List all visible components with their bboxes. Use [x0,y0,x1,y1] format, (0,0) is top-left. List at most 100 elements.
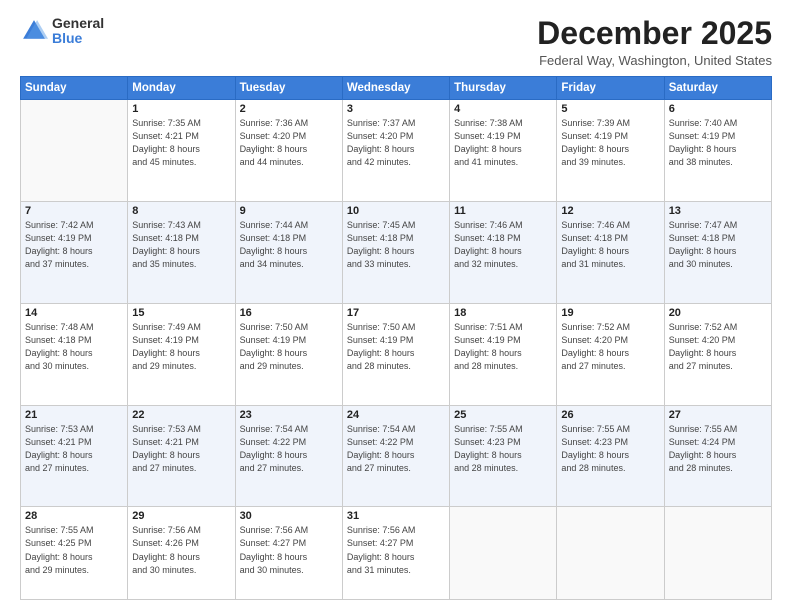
day-number: 19 [561,307,659,319]
calendar-week-row: 7Sunrise: 7:42 AMSunset: 4:19 PMDaylight… [21,202,772,304]
info-line: and 39 minutes. [561,157,625,167]
info-line: and 29 minutes. [132,361,196,371]
info-line: Sunset: 4:27 PM [347,538,414,548]
logo-general-label: General [52,16,104,31]
table-row: 26Sunrise: 7:55 AMSunset: 4:23 PMDayligh… [557,405,664,507]
cell-info: Sunrise: 7:39 AM Sunset: 4:19 PM Daylight:… [561,117,659,169]
cell-info: Sunrise: 7:56 AMSunset: 4:27 PMDaylight:… [347,524,445,576]
info-line: Sunset: 4:19 PM [240,335,307,345]
col-sunday: Sunday [21,77,128,100]
info-line: Sunset: 4:18 PM [669,233,736,243]
cell-info: Sunrise: 7:55 AMSunset: 4:23 PMDaylight:… [561,423,659,475]
info-line: and 28 minutes. [454,463,518,473]
info-line: Sunset: 4:19 PM [669,131,736,141]
info-line: and 42 minutes. [347,157,411,167]
info-line: Daylight: 8 hours [240,450,308,460]
info-line: Sunrise: 7:55 AM [669,424,738,434]
cell-info: Sunrise: 7:51 AMSunset: 4:19 PMDaylight:… [454,321,552,373]
day-number: 11 [454,205,552,217]
cell-info: Sunrise: 7:38 AMSunset: 4:19 PMDaylight:… [454,117,552,169]
info-line: and 30 minutes. [25,361,89,371]
table-row: 21Sunrise: 7:53 AMSunset: 4:21 PMDayligh… [21,405,128,507]
info-line: Sunrise: 7:43 AM [132,220,201,230]
table-row: 12Sunrise: 7:46 AMSunset: 4:18 PMDayligh… [557,202,664,304]
cell-info: Sunrise: 7:55 AMSunset: 4:25 PMDaylight:… [25,524,123,576]
info-line: Sunrise: 7:39 AM [561,118,630,128]
info-line: and 27 minutes. [669,361,733,371]
day-number: 27 [669,409,767,421]
info-line: Sunset: 4:21 PM [132,437,199,447]
info-line: Sunrise: 7:52 AM [561,322,630,332]
info-line: Daylight: 8 hours [132,348,200,358]
table-row: 10Sunrise: 7:45 AMSunset: 4:18 PMDayligh… [342,202,449,304]
cell-info: Sunrise: 7:55 AMSunset: 4:23 PMDaylight:… [454,423,552,475]
day-number: 28 [25,510,123,522]
info-line: Sunset: 4:20 PM [347,131,414,141]
table-row: 11Sunrise: 7:46 AMSunset: 4:18 PMDayligh… [450,202,557,304]
day-number: 25 [454,409,552,421]
info-line: Sunrise: 7:48 AM [25,322,94,332]
table-row [450,507,557,600]
calendar-week-row: 28 Sunrise: 7:55 AMSunset: 4:25 PMDayligh… [21,507,772,600]
info-line: Sunrise: 7:54 AM [347,424,416,434]
info-line: Daylight: 8 hours [561,144,629,154]
cell-info: Sunrise: 7:43 AMSunset: 4:18 PMDaylight:… [132,219,230,271]
calendar-week-row: 14Sunrise: 7:48 AMSunset: 4:18 PMDayligh… [21,303,772,405]
info-line: Daylight: 8 hours [669,348,737,358]
info-line: Sunrise: 7:56 AM [132,525,201,535]
col-saturday: Saturday [664,77,771,100]
info-line: Daylight: 8 hours [454,348,522,358]
info-line: Sunrise: 7:55 AM [561,424,630,434]
table-row: 4Sunrise: 7:38 AMSunset: 4:19 PMDaylight… [450,100,557,202]
info-line: Sunrise: 7:55 AM [454,424,523,434]
table-row: 14Sunrise: 7:48 AMSunset: 4:18 PMDayligh… [21,303,128,405]
table-row: 16Sunrise: 7:50 AMSunset: 4:19 PMDayligh… [235,303,342,405]
day-number: 2 [240,103,338,115]
table-row: 19Sunrise: 7:52 AMSunset: 4:20 PMDayligh… [557,303,664,405]
col-tuesday: Tuesday [235,77,342,100]
calendar-week-row: 21Sunrise: 7:53 AMSunset: 4:21 PMDayligh… [21,405,772,507]
cell-info: Sunrise: 7:56 AM Sunset: 4:26 PM Daylight:… [132,524,230,576]
cell-info: Sunrise: 7:35 AMSunset: 4:21 PMDaylight:… [132,117,230,169]
info-line: Sunset: 4:18 PM [561,233,628,243]
info-line: Sunset: 4:19 PM [561,131,628,141]
info-line: Sunset: 4:20 PM [669,335,736,345]
title-block: December 2025 Federal Way, Washington, U… [537,16,772,68]
col-wednesday: Wednesday [342,77,449,100]
info-line: Sunset: 4:19 PM [25,233,92,243]
info-line: Daylight: 8 hours [561,450,629,460]
cell-info: Sunrise: 7:44 AMSunset: 4:18 PMDaylight:… [240,219,338,271]
info-line: Daylight: 8 hours [132,552,200,562]
table-row: 3Sunrise: 7:37 AMSunset: 4:20 PMDaylight… [342,100,449,202]
info-line: and 27 minutes. [240,463,304,473]
day-number: 5 [561,103,659,115]
info-line: Sunrise: 7:35 AM [132,118,201,128]
info-line: Sunset: 4:18 PM [25,335,92,345]
info-line: Sunset: 4:23 PM [454,437,521,447]
info-line: Daylight: 8 hours [25,552,93,562]
info-line: Daylight: 8 hours [669,450,737,460]
info-line: and 28 minutes. [669,463,733,473]
info-line: and 30 minutes. [132,565,196,575]
info-line: Daylight: 8 hours [132,246,200,256]
info-line: and 33 minutes. [347,259,411,269]
table-row: 8Sunrise: 7:43 AMSunset: 4:18 PMDaylight… [128,202,235,304]
table-row: 18 Sunrise: 7:51 AMSunset: 4:19 PMDayligh… [450,303,557,405]
info-line: Sunset: 4:26 PM [132,538,199,548]
info-line: Sunrise: 7:56 AM [240,525,309,535]
table-row: 31Sunrise: 7:56 AMSunset: 4:27 PMDayligh… [342,507,449,600]
month-title: December 2025 [537,16,772,51]
day-number: 12 [561,205,659,217]
cell-info: Sunrise: 7:37 AMSunset: 4:20 PMDaylight:… [347,117,445,169]
info-line: Sunset: 4:18 PM [347,233,414,243]
info-line: Sunset: 4:19 PM [454,335,521,345]
header: General Blue December 2025 Federal Way, … [20,16,772,68]
day-number: 18 [454,307,552,319]
info-line: Daylight: 8 hours [454,246,522,256]
day-number: 1 [132,103,230,115]
info-line: and 28 minutes. [347,361,411,371]
day-number: 15 [132,307,230,319]
info-line: and 27 minutes. [132,463,196,473]
info-line: and 35 minutes. [132,259,196,269]
logo-blue-label: Blue [52,31,104,46]
